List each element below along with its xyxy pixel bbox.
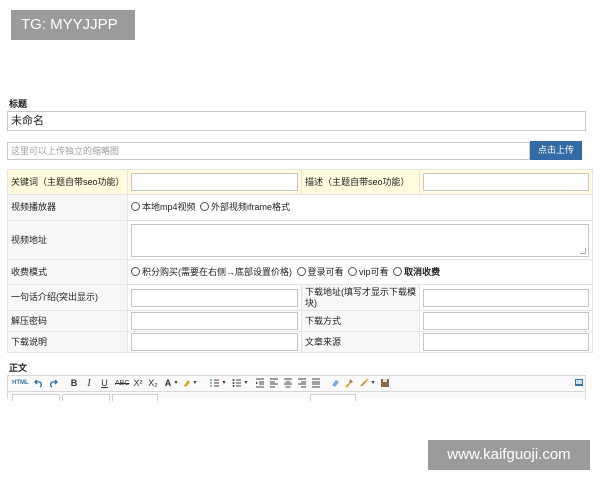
unzip-input[interactable]: [131, 312, 298, 330]
download-url-label: 下载地址(填写才显示下载模块): [301, 284, 420, 311]
table-row: 收费模式 积分购买(需要在右侧→底部设置价格) 登录可看 vip可看 取消收费: [7, 259, 593, 285]
player-options: 本地mp4视频 外部视频iframe格式: [127, 194, 593, 221]
superscript-button[interactable]: X²: [132, 378, 144, 389]
keywords-label: 关键词（主题自带seo功能）: [7, 169, 128, 195]
radio-icon: [131, 202, 140, 211]
charge-option-points[interactable]: 积分购买(需要在右侧→底部设置价格): [131, 266, 292, 278]
download-desc-input[interactable]: [131, 333, 298, 351]
charge-label: 收费模式: [7, 259, 128, 285]
player-option-iframe[interactable]: 外部视频iframe格式: [200, 202, 290, 213]
charge-option-points-label: 积分购买(需要在右侧→底部设置价格): [142, 266, 292, 277]
download-method-cell: [419, 310, 593, 332]
player-option-iframe-label: 外部视频iframe格式: [211, 202, 291, 212]
keywords-cell: [127, 169, 302, 195]
font-size-select[interactable]: [112, 394, 158, 401]
radio-icon: [296, 266, 306, 276]
download-desc-cell: [127, 331, 302, 353]
font-family-select[interactable]: [62, 394, 110, 401]
keywords-input[interactable]: [131, 173, 298, 191]
underline-button[interactable]: U: [100, 378, 109, 389]
download-url-cell: [419, 284, 593, 311]
ordered-list-icon[interactable]: [210, 378, 220, 389]
download-desc-label: 下载说明: [7, 331, 128, 353]
charge-option-free[interactable]: 取消收费: [393, 266, 441, 278]
table-row: 关键词（主题自带seo功能） 描述（主题自带seo功能）: [7, 169, 593, 195]
upload-button[interactable]: 点击上传: [530, 141, 582, 160]
charge-options: 积分购买(需要在右侧→底部设置价格) 登录可看 vip可看 取消收费: [127, 259, 593, 285]
undo-icon[interactable]: [34, 378, 44, 389]
watermark-bottom: www.kaifguoji.com: [428, 440, 590, 470]
table-row: 解压密码 下载方式: [7, 310, 593, 332]
source-cell: [419, 331, 593, 353]
watermark-top: TG: MYYJJPP: [11, 10, 135, 40]
editor-toolbar-row-2: [7, 391, 586, 401]
title-input[interactable]: 未命名: [7, 111, 586, 131]
summary-label: 一句话介绍(突出显示): [7, 284, 128, 311]
source-label: 文章来源: [301, 331, 420, 353]
video-url-label: 视频地址: [7, 220, 128, 260]
charge-option-login-label: 登录可看: [307, 266, 344, 277]
eraser-icon[interactable]: [330, 378, 340, 389]
strikethrough-button[interactable]: ABC: [115, 378, 129, 389]
align-justify-icon[interactable]: [311, 378, 321, 389]
meta-form-table: 关键词（主题自带seo功能） 描述（主题自带seo功能） 视频播放器 本地mp4…: [7, 169, 593, 353]
chevron-down-icon[interactable]: ▾: [192, 378, 198, 389]
player-option-local-label: 本地mp4视频: [142, 202, 196, 212]
font-color-button[interactable]: A: [164, 378, 172, 389]
editor-label: 正文: [9, 363, 28, 373]
align-left-icon[interactable]: [269, 378, 279, 389]
magic-wand-icon[interactable]: [359, 378, 369, 389]
highlight-icon[interactable]: [182, 378, 192, 389]
player-label: 视频播放器: [7, 194, 128, 221]
table-row: 下载说明 文章来源: [7, 331, 593, 353]
radio-icon: [348, 266, 358, 276]
video-url-cell: [127, 220, 593, 260]
chevron-down-icon[interactable]: ▾: [370, 378, 376, 389]
charge-option-login[interactable]: 登录可看: [296, 266, 344, 278]
table-row: 视频地址: [7, 220, 593, 260]
radio-icon: [131, 266, 140, 276]
fullscreen-icon[interactable]: [574, 378, 584, 389]
html-source-button[interactable]: HTML: [12, 378, 29, 389]
description-cell: [419, 169, 593, 195]
format-brush-icon[interactable]: [344, 378, 354, 389]
charge-option-free-label: 取消收费: [404, 266, 441, 277]
player-option-local[interactable]: 本地mp4视频: [131, 202, 196, 213]
subscript-button[interactable]: X₂: [147, 378, 159, 389]
charge-option-vip-label: vip可看: [359, 266, 389, 277]
resize-grip-icon[interactable]: [580, 247, 586, 254]
summary-input[interactable]: [131, 288, 298, 307]
description-label: 描述（主题自带seo功能）: [301, 169, 420, 195]
summary-cell: [127, 284, 302, 311]
source-input[interactable]: [423, 333, 589, 351]
download-url-input[interactable]: [423, 288, 589, 307]
chevron-down-icon[interactable]: ▾: [243, 378, 249, 389]
bullet-list-icon[interactable]: [232, 378, 242, 389]
chevron-down-icon[interactable]: ▾: [173, 378, 179, 389]
bold-button[interactable]: B: [70, 378, 78, 389]
video-url-textarea[interactable]: [131, 223, 589, 257]
charge-option-vip[interactable]: vip可看: [348, 266, 389, 278]
italic-button[interactable]: I: [85, 378, 93, 389]
unzip-label: 解压密码: [7, 310, 128, 332]
radio-icon: [393, 266, 403, 276]
paragraph-select[interactable]: [12, 394, 60, 401]
chevron-down-icon[interactable]: ▾: [221, 378, 227, 389]
indent-icon[interactable]: [255, 378, 265, 389]
style-select[interactable]: [310, 394, 356, 401]
download-method-input[interactable]: [423, 312, 589, 330]
save-icon[interactable]: [380, 378, 390, 389]
title-label: 标题: [9, 99, 28, 109]
redo-icon[interactable]: [48, 378, 58, 389]
download-method-label: 下载方式: [301, 310, 420, 332]
table-row: 视频播放器 本地mp4视频 外部视频iframe格式: [7, 194, 593, 221]
editor-toolbar: HTML B I U ABC X² X₂ A ▾ ▾ ▾ ▾ ▾: [7, 375, 586, 391]
align-center-icon[interactable]: [283, 378, 293, 389]
thumbnail-input[interactable]: 这里可以上传独立的缩略图: [7, 142, 530, 160]
unzip-cell: [127, 310, 302, 332]
align-right-icon[interactable]: [297, 378, 307, 389]
description-input[interactable]: [423, 173, 589, 191]
table-row: 一句话介绍(突出显示) 下载地址(填写才显示下载模块): [7, 284, 593, 311]
radio-icon: [200, 202, 210, 211]
